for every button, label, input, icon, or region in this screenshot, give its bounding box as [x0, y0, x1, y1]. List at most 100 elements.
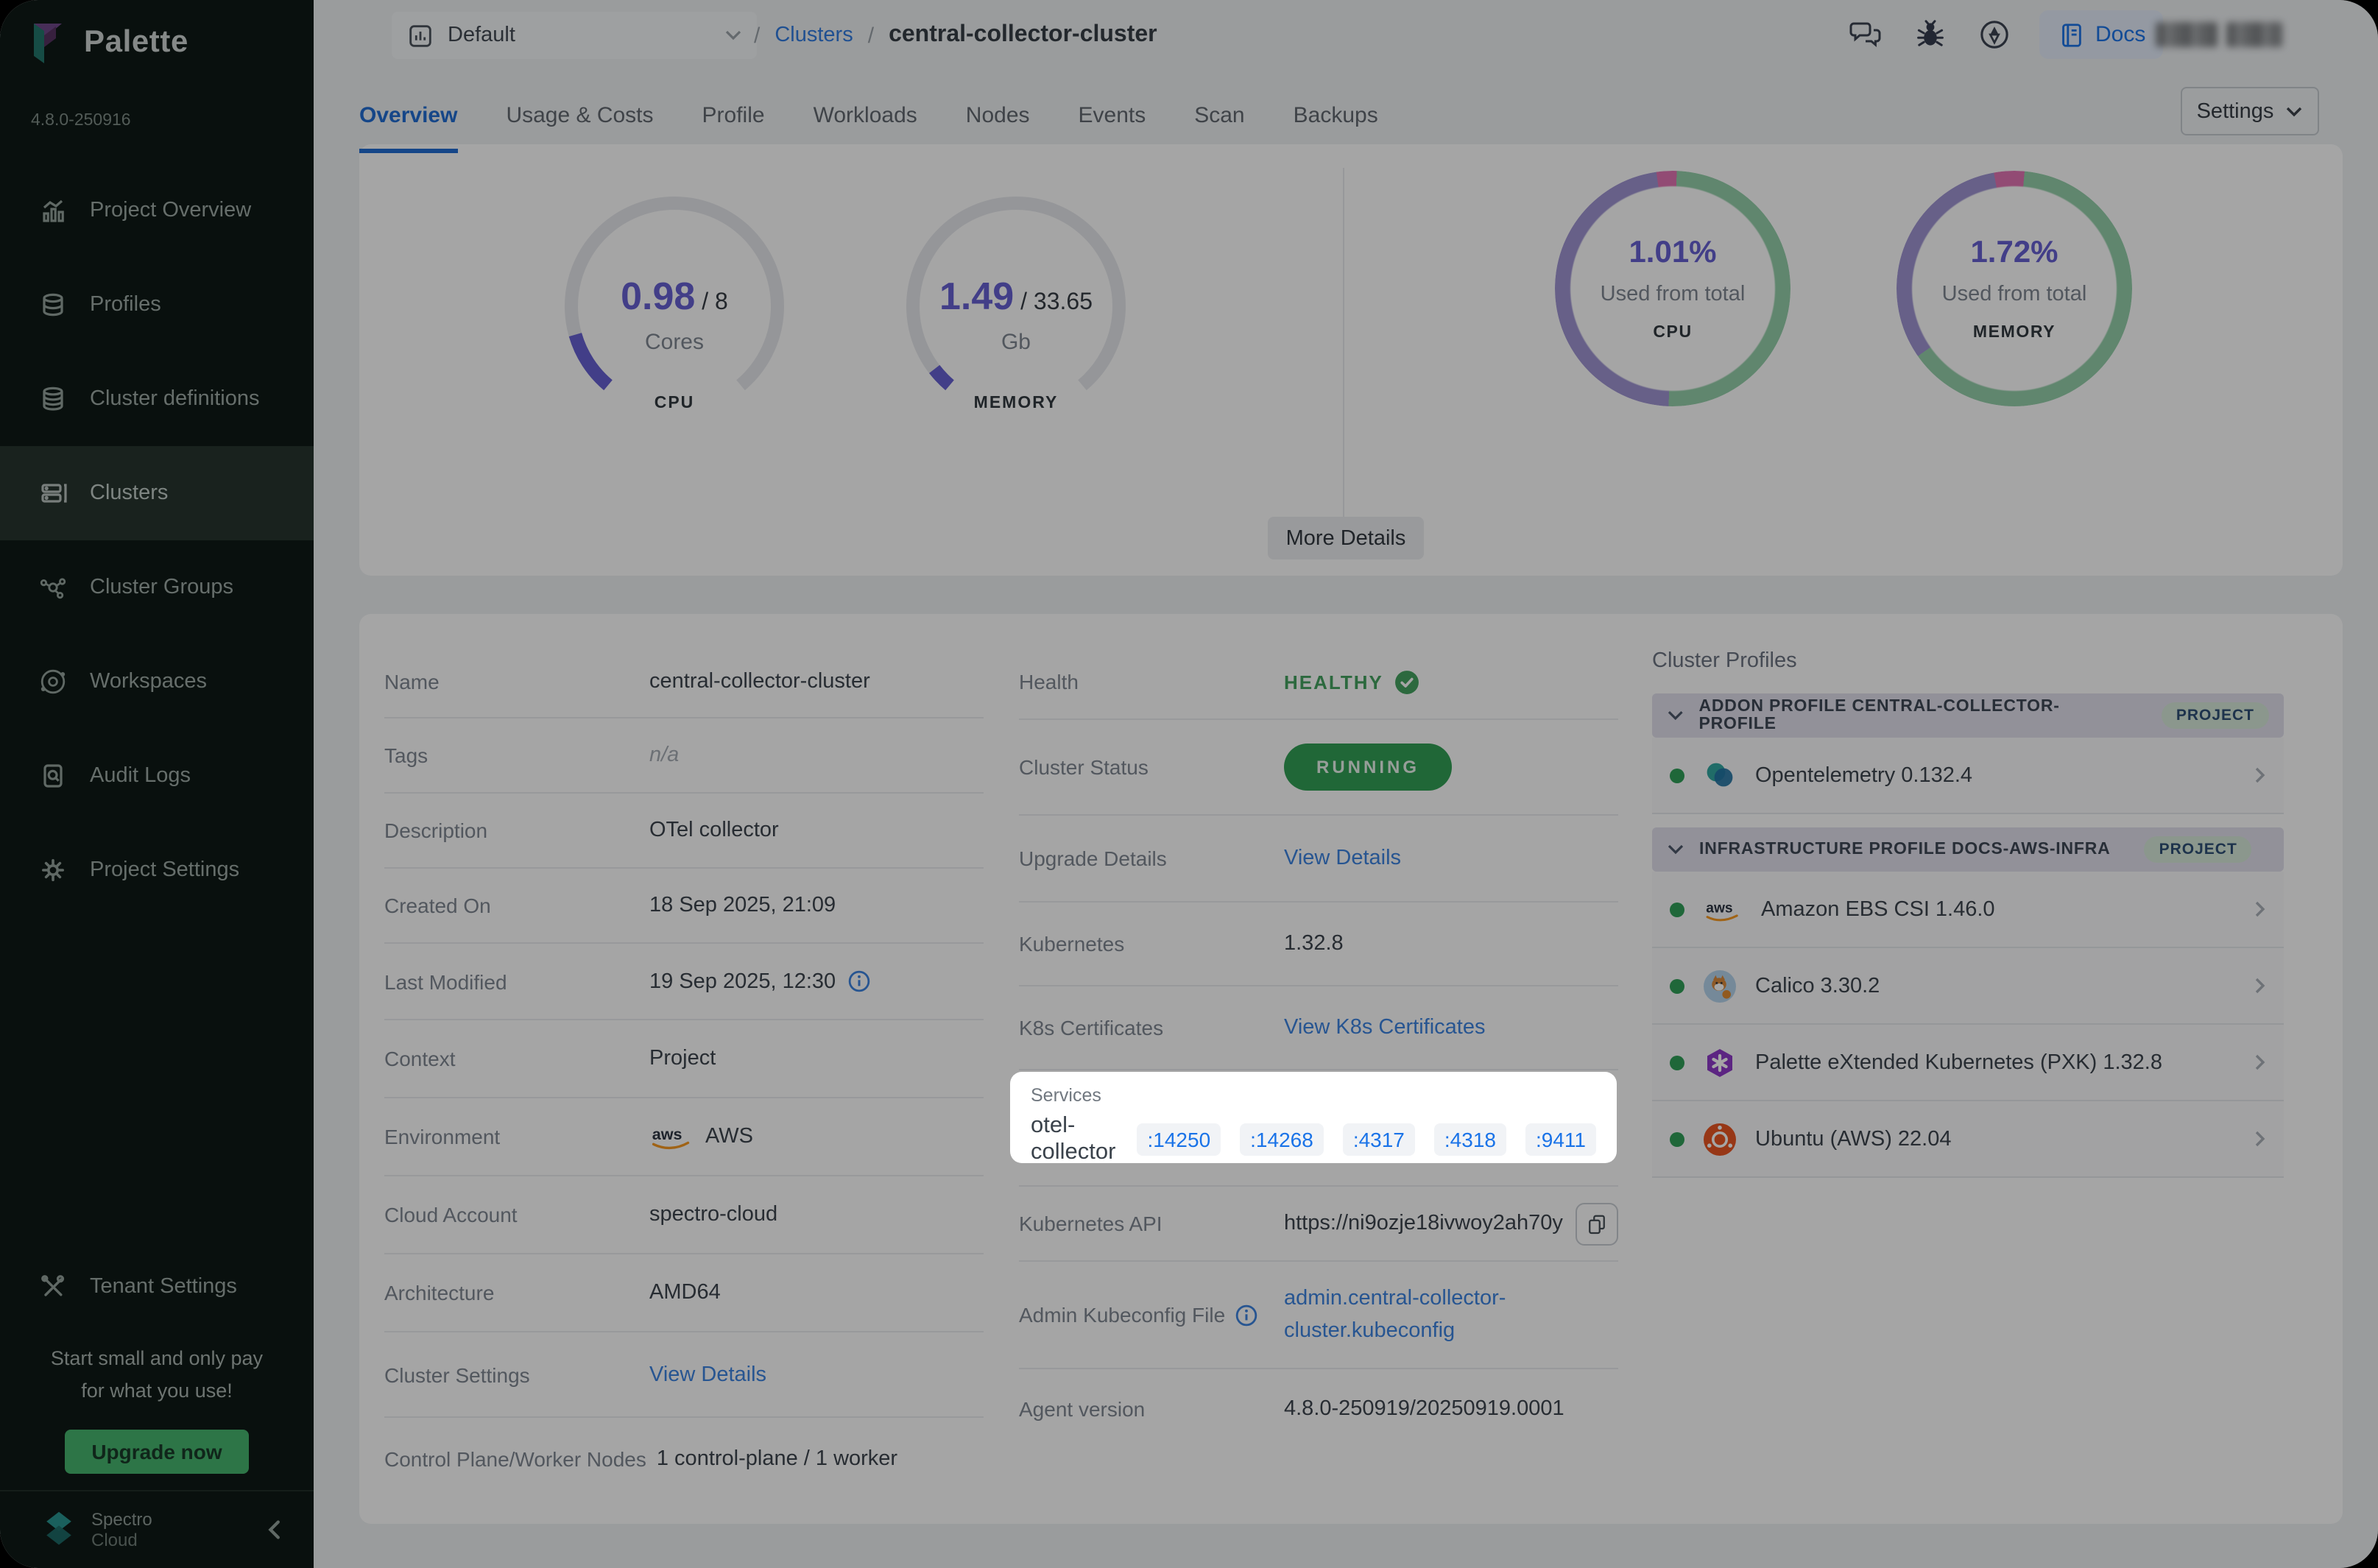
row-value: 1 control-plane / 1 worker	[657, 1447, 897, 1470]
sidebar-item-label: Cluster definitions	[90, 387, 260, 411]
sidebar-item-project-overview[interactable]: Project Overview	[0, 163, 314, 258]
upgrade-now-button[interactable]: Upgrade now	[65, 1430, 249, 1474]
status-column: Health HEALTHY Cluster Status RUNNING Up…	[1019, 645, 1618, 1447]
spectro-cloud-label: Spectro Cloud	[91, 1509, 152, 1550]
tab-nodes[interactable]: Nodes	[966, 82, 1030, 153]
breadcrumb-link-clusters[interactable]: Clusters	[775, 24, 853, 47]
chevron-right-icon	[2254, 1053, 2266, 1072]
row-label: Environment	[384, 1125, 649, 1148]
profile-item-pxk[interactable]: Palette eXtended Kubernetes (PXK) 1.32.8	[1652, 1025, 2284, 1101]
status-dot	[1670, 978, 1684, 993]
sidebar-item-audit-logs[interactable]: Audit Logs	[0, 729, 314, 823]
health-status-badge: HEALTHY	[1284, 669, 1420, 694]
tab-usage-costs[interactable]: Usage & Costs	[506, 82, 653, 153]
sidebar-item-clusters[interactable]: Clusters	[0, 446, 314, 540]
row-label: Name	[384, 669, 649, 693]
settings-button[interactable]: Settings	[2181, 87, 2319, 135]
user-name-redacted	[2156, 22, 2218, 47]
tab-workloads[interactable]: Workloads	[814, 82, 917, 153]
cpu-usage-value: 0.98 / 8	[549, 274, 800, 319]
calico-icon	[1702, 968, 1737, 1003]
copy-icon[interactable]	[1576, 1202, 1618, 1245]
section-header-label: INFRASTRUCTURE PROFILE DOCS-AWS-INFRA	[1699, 841, 2111, 858]
cpu-gauge-label: CPU	[549, 395, 800, 412]
cpu-used: 0.98	[621, 274, 695, 318]
sidebar-item-profiles[interactable]: Profiles	[0, 258, 314, 352]
detail-row-description: Description OTel collector	[384, 794, 984, 869]
feedback-chat-icon[interactable]	[1848, 15, 1886, 53]
sidebar-item-tenant-settings[interactable]: Tenant Settings	[0, 1250, 314, 1324]
cpu-unit: Cores	[549, 330, 800, 355]
usage-card: 0.98 / 8 Cores CPU 1.49 / 33.65 Gb MEMOR…	[359, 144, 2343, 576]
chevron-down-icon	[1667, 844, 1684, 855]
clusters-icon	[38, 478, 68, 508]
memory-unit: Gb	[891, 330, 1141, 355]
cluster-tabs: Overview Usage & Costs Profile Workloads…	[359, 82, 1378, 153]
cpu-total-caption: Used from total	[1555, 283, 1790, 306]
pxk-icon	[1702, 1045, 1737, 1080]
info-icon[interactable]	[847, 970, 869, 992]
palette-app-window: Palette 4.8.0-250916 Project Overview Pr…	[0, 0, 2378, 1568]
service-port-link[interactable]: :14268	[1240, 1123, 1324, 1156]
sidebar-item-label: Profiles	[90, 293, 161, 317]
profile-item-amazon-ebs-csi[interactable]: aws Amazon EBS CSI 1.46.0	[1652, 872, 2284, 948]
brand-name: Palette	[84, 25, 188, 60]
service-port-link[interactable]: :4317	[1343, 1123, 1415, 1156]
chevron-right-icon	[2254, 766, 2266, 785]
view-details-link[interactable]: View Details	[649, 1363, 766, 1386]
row-value: OTel collector	[649, 819, 779, 842]
palette-logo-icon	[21, 18, 71, 68]
detail-row-created-on: Created On 18 Sep 2025, 21:09	[384, 869, 984, 944]
collapse-sidebar-icon[interactable]	[267, 1519, 281, 1540]
bug-report-icon[interactable]	[1911, 15, 1950, 53]
service-name: otel-collector	[1031, 1113, 1118, 1166]
row-label: Admin Kubeconfig File	[1019, 1303, 1284, 1327]
project-selector[interactable]: Default	[392, 12, 757, 59]
tab-overview[interactable]: Overview	[359, 82, 457, 153]
sidebar-item-label: Project Overview	[90, 199, 251, 222]
row-label: Agent version	[1019, 1396, 1284, 1420]
more-details-button[interactable]: More Details	[1268, 517, 1424, 559]
detail-row-tags: Tags n/a	[384, 718, 984, 794]
kubeconfig-label: Admin Kubeconfig File	[1019, 1303, 1225, 1327]
sidebar-item-cluster-groups[interactable]: Cluster Groups	[0, 540, 314, 635]
profile-section-infrastructure[interactable]: INFRASTRUCTURE PROFILE DOCS-AWS-INFRA PR…	[1652, 827, 2284, 872]
profile-item-calico[interactable]: Calico 3.30.2	[1652, 948, 2284, 1025]
details-card: Name central-collector-cluster Tags n/a …	[359, 614, 2343, 1524]
service-port-link[interactable]: :4318	[1434, 1123, 1506, 1156]
tab-profile[interactable]: Profile	[702, 82, 765, 153]
breadcrumb-separator: /	[868, 23, 874, 48]
sidebar-item-cluster-definitions[interactable]: Cluster definitions	[0, 352, 314, 446]
profile-item-ubuntu[interactable]: Ubuntu (AWS) 22.04	[1652, 1101, 2284, 1178]
cpu-total-label: CPU	[1555, 324, 1790, 342]
audit-logs-icon	[38, 761, 68, 791]
tab-events[interactable]: Events	[1079, 82, 1146, 153]
compass-help-icon[interactable]	[1975, 15, 2013, 53]
sidebar-item-project-settings[interactable]: Project Settings	[0, 823, 314, 917]
upgrade-view-details-link[interactable]: View Details	[1284, 847, 1401, 870]
view-k8s-certificates-link[interactable]: View K8s Certificates	[1284, 1016, 1485, 1039]
row-value: 19 Sep 2025, 12:30	[649, 970, 836, 993]
user-name-redacted	[2226, 22, 2282, 47]
workspaces-icon	[38, 667, 68, 696]
sidebar-item-workspaces[interactable]: Workspaces	[0, 635, 314, 729]
cluster-profiles-title: Cluster Profiles	[1652, 649, 2284, 673]
profiles-icon	[38, 290, 68, 319]
docs-button[interactable]: Docs	[2039, 10, 2163, 59]
info-icon[interactable]	[1235, 1304, 1257, 1326]
section-header-label: ADDON PROFILE CENTRAL-COLLECTOR-PROFILE	[1698, 698, 2127, 733]
aws-logo-icon: aws	[649, 1122, 694, 1151]
tab-backups[interactable]: Backups	[1294, 82, 1378, 153]
project-badge: PROJECT	[2162, 702, 2269, 729]
cpu-total: / 8	[702, 290, 728, 315]
row-label: Tags	[384, 744, 649, 767]
tab-scan[interactable]: Scan	[1194, 82, 1244, 153]
profile-item-opentelemetry[interactable]: Opentelemetry 0.132.4	[1652, 738, 2284, 814]
row-value: AMD64	[649, 1281, 721, 1304]
service-port-link[interactable]: :14250	[1137, 1123, 1221, 1156]
docs-label: Docs	[2095, 22, 2145, 47]
footer-line1: Spectro	[91, 1509, 152, 1530]
service-port-link[interactable]: :9411	[1525, 1123, 1596, 1156]
profile-section-addon[interactable]: ADDON PROFILE CENTRAL-COLLECTOR-PROFILE …	[1652, 693, 2284, 738]
kubeconfig-file-link[interactable]: admin.central-collector- cluster.kubecon…	[1284, 1282, 1506, 1347]
